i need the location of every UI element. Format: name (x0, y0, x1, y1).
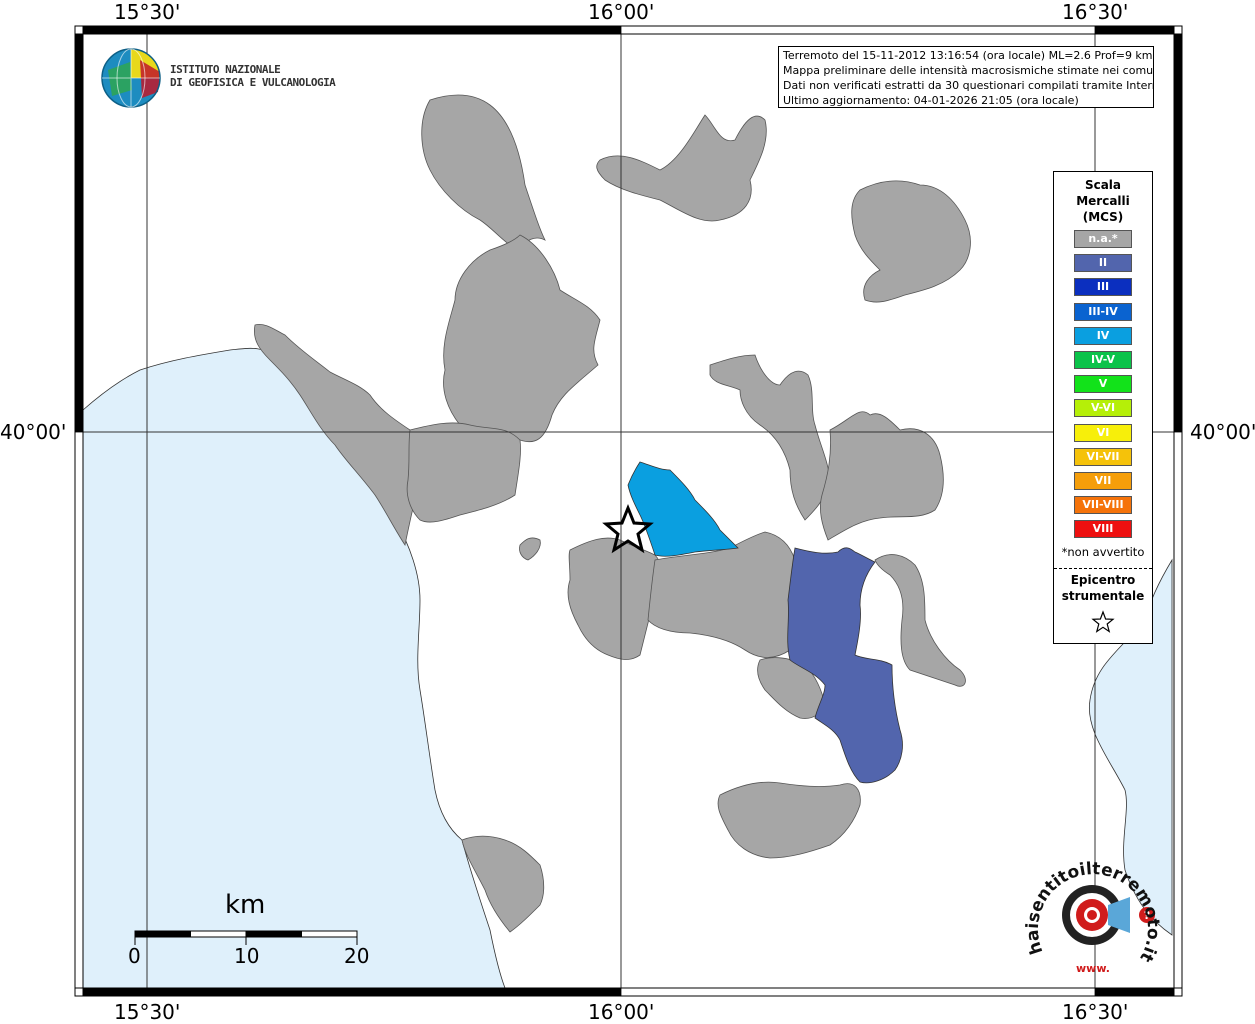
axis-label-bottom-3: 16°30' (1062, 1000, 1129, 1024)
event-info-line-3: Dati non verificati estratti da 30 quest… (783, 79, 1154, 92)
legend-item-7: V-VI (1074, 399, 1132, 418)
ingv-line-2: DI GEOFISICA E VULCANOLOGIA (170, 76, 336, 89)
svg-text:haisentitoilterremoto.it: haisentitoilterremoto.it (1023, 859, 1163, 965)
axis-label-bottom-1: 15°30' (114, 1000, 181, 1024)
legend-item-8: VI (1074, 423, 1132, 442)
legend-item-6: V (1074, 375, 1132, 394)
legend-epicenter-line-2: strumentale (1061, 589, 1145, 603)
legend-item-0: n.a.* (1074, 230, 1132, 248)
event-info-box: Terremoto del 15-11-2012 13:16:54 (ora l… (778, 46, 1154, 108)
axis-label-left: 40°00' (0, 420, 67, 444)
legend-epicenter-label: Epicentro strumentale (1054, 572, 1152, 604)
haisentito-watermark: haisentitoilterremoto.it www. (1023, 859, 1163, 975)
axis-label-right: 40°00' (1190, 420, 1255, 444)
legend-item-9: VI-VII (1074, 447, 1132, 466)
legend-item-12: VIII (1074, 520, 1132, 539)
event-info-line-4: Ultimo aggiornamento: 04-01-2026 21:05 (… (783, 94, 1079, 107)
ingv-line-1: ISTITUTO NAZIONALE (170, 63, 281, 76)
legend-item-5: IV-V (1074, 351, 1132, 369)
legend-item-10: VII (1074, 472, 1132, 490)
scale-tick-20: 20 (344, 944, 370, 968)
legend-title-line-2: Mercalli (1076, 194, 1130, 208)
legend-item-4: IV (1074, 326, 1132, 345)
watermark-text: haisentitoilterremoto.it (1023, 859, 1163, 965)
axis-label-top-1: 15°30' (114, 0, 181, 24)
legend-separator (1054, 568, 1152, 569)
legend-epicenter-line-1: Epicentro (1070, 573, 1136, 587)
intensity-legend: Scala Mercalli (MCS) n.a.* II III III-IV IV I… (1053, 171, 1153, 644)
axis-label-top-2: 16°00' (588, 0, 655, 24)
event-info-line-2: Mappa preliminare delle intensità macros… (783, 64, 1154, 77)
axis-label-top-3: 16°30' (1062, 0, 1129, 24)
legend-title-line-3: (MCS) (1082, 210, 1124, 224)
legend-star-icon (1091, 610, 1115, 633)
axis-label-bottom-2: 16°00' (588, 1000, 655, 1024)
ingv-logo-text: ISTITUTO NAZIONALE DI GEOFISICA E VULCAN… (170, 63, 336, 89)
legend-item-11: VII-VIII (1074, 496, 1132, 515)
legend-item-3: III-IV (1074, 302, 1132, 321)
scale-tick-10: 10 (234, 944, 260, 968)
legend-title: Scala Mercalli (MCS) (1054, 172, 1152, 225)
legend-item-1: II (1074, 254, 1132, 273)
event-info-line-1: Terremoto del 15-11-2012 13:16:54 (ora l… (783, 49, 1153, 62)
scale-tick-0: 0 (128, 944, 141, 968)
legend-item-2: III (1074, 278, 1132, 297)
scale-unit: km (225, 890, 266, 920)
ingv-logo-icon (101, 48, 161, 108)
legend-note: *non avvertito (1061, 545, 1145, 559)
watermark-prefix: www. (1076, 962, 1110, 975)
legend-title-line-1: Scala (1084, 178, 1122, 192)
